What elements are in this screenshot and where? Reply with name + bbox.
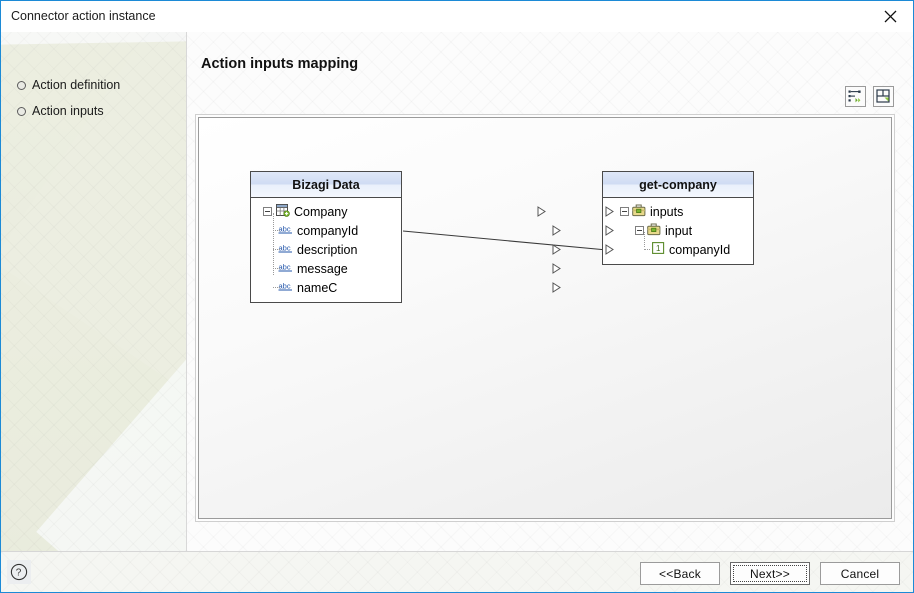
target-node[interactable]: get-company inputs input 1 companyId bbox=[602, 171, 754, 265]
tree-row[interactable]: abc description bbox=[251, 240, 561, 259]
back-button[interactable]: <<Back bbox=[640, 562, 720, 585]
title-bar: Connector action instance bbox=[1, 1, 913, 32]
auto-map-icon bbox=[848, 89, 863, 104]
number-one-icon: 1 bbox=[652, 242, 665, 257]
main-panel: Action inputs mapping Bizagi Data Compan… bbox=[187, 32, 913, 551]
tree-guide bbox=[273, 268, 280, 269]
arrange-layout-icon bbox=[876, 89, 891, 104]
string-abc-icon: abc bbox=[278, 280, 293, 295]
tree-row-label: nameC bbox=[297, 280, 338, 295]
tree-guide bbox=[273, 249, 280, 250]
tree-guide bbox=[273, 230, 280, 231]
briefcase-icon bbox=[632, 204, 646, 220]
string-abc-icon: abc bbox=[278, 242, 293, 257]
target-port[interactable] bbox=[605, 206, 614, 217]
next-button[interactable]: Next>> bbox=[730, 562, 810, 585]
help-icon[interactable]: ? bbox=[7, 560, 31, 584]
source-node-title: Bizagi Data bbox=[251, 172, 401, 198]
sidebar-item-action-definition[interactable]: Action definition bbox=[1, 72, 186, 98]
source-port[interactable] bbox=[552, 244, 561, 255]
tree-row[interactable]: abc message bbox=[251, 259, 561, 278]
target-node-body: inputs input 1 companyId bbox=[603, 198, 753, 264]
sidebar-item-label: Action definition bbox=[32, 78, 121, 92]
step-bullet-icon bbox=[17, 106, 26, 116]
svg-text:abc: abc bbox=[279, 225, 291, 234]
source-port[interactable] bbox=[552, 225, 561, 236]
close-icon[interactable] bbox=[867, 1, 913, 31]
arrange-layout-button[interactable] bbox=[873, 86, 894, 107]
wizard-step-list: Action definition Action inputs bbox=[1, 72, 186, 124]
tree-row[interactable]: abc companyId bbox=[251, 221, 561, 240]
connector-action-instance-dialog: Connector action instance Action definit… bbox=[0, 0, 914, 593]
svg-text:?: ? bbox=[16, 568, 22, 579]
source-port[interactable] bbox=[552, 263, 561, 274]
string-abc-icon: abc bbox=[278, 261, 293, 276]
tree-row[interactable]: Company bbox=[251, 202, 546, 221]
expander-icon[interactable] bbox=[635, 226, 644, 235]
tree-row-label: companyId bbox=[669, 242, 731, 257]
target-port[interactable] bbox=[605, 225, 614, 236]
expander-icon[interactable] bbox=[263, 207, 272, 216]
tree-row-label: description bbox=[297, 242, 358, 257]
briefcase-icon bbox=[647, 223, 661, 239]
source-node[interactable]: Bizagi Data Company abc companyId abc de… bbox=[250, 171, 561, 303]
canvas-toolbar bbox=[845, 86, 894, 107]
svg-text:1: 1 bbox=[656, 244, 661, 253]
tree-row[interactable]: input bbox=[603, 221, 753, 240]
auto-map-button[interactable] bbox=[845, 86, 866, 107]
mapping-canvas[interactable]: Bizagi Data Company abc companyId abc de… bbox=[198, 117, 892, 519]
tree-guide bbox=[644, 249, 650, 250]
target-node-title: get-company bbox=[603, 172, 753, 198]
tree-guide bbox=[273, 287, 280, 288]
svg-text:abc: abc bbox=[279, 282, 291, 291]
svg-text:abc: abc bbox=[279, 244, 291, 253]
tree-row-label: Company bbox=[294, 204, 348, 219]
tree-row-label: message bbox=[297, 261, 348, 276]
tree-guide bbox=[644, 232, 645, 247]
tree-row-label: input bbox=[665, 223, 693, 238]
tree-row-label: companyId bbox=[297, 223, 359, 238]
string-abc-icon: abc bbox=[278, 223, 293, 238]
tree-row[interactable]: 1 companyId bbox=[603, 232, 753, 259]
source-node-body: Company abc companyId abc description ab… bbox=[251, 198, 561, 302]
mapping-canvas-frame: Bizagi Data Company abc companyId abc de… bbox=[195, 114, 895, 522]
dialog-footer: ? <<Back Next>> Cancel bbox=[1, 551, 913, 592]
target-port[interactable] bbox=[605, 244, 614, 255]
tree-row[interactable]: inputs bbox=[603, 202, 753, 221]
footer-button-group: <<Back Next>> Cancel bbox=[640, 562, 900, 585]
sidebar-item-label: Action inputs bbox=[32, 104, 104, 118]
page-title: Action inputs mapping bbox=[201, 56, 359, 72]
sidebar-watermark-shape-3 bbox=[36, 275, 186, 551]
dialog-content: Action definition Action inputs Action i… bbox=[1, 32, 913, 551]
tree-row[interactable]: abc nameC bbox=[251, 278, 561, 297]
entity-table-icon bbox=[276, 203, 290, 220]
step-bullet-icon bbox=[17, 80, 26, 90]
window-title: Connector action instance bbox=[11, 9, 156, 23]
tree-row-label: inputs bbox=[650, 204, 684, 219]
cancel-button[interactable]: Cancel bbox=[820, 562, 900, 585]
source-port[interactable] bbox=[552, 282, 561, 293]
source-port[interactable] bbox=[537, 206, 546, 217]
wizard-sidebar: Action definition Action inputs bbox=[1, 32, 187, 551]
svg-text:abc: abc bbox=[279, 263, 291, 272]
expander-icon[interactable] bbox=[620, 207, 629, 216]
sidebar-item-action-inputs[interactable]: Action inputs bbox=[1, 98, 186, 124]
